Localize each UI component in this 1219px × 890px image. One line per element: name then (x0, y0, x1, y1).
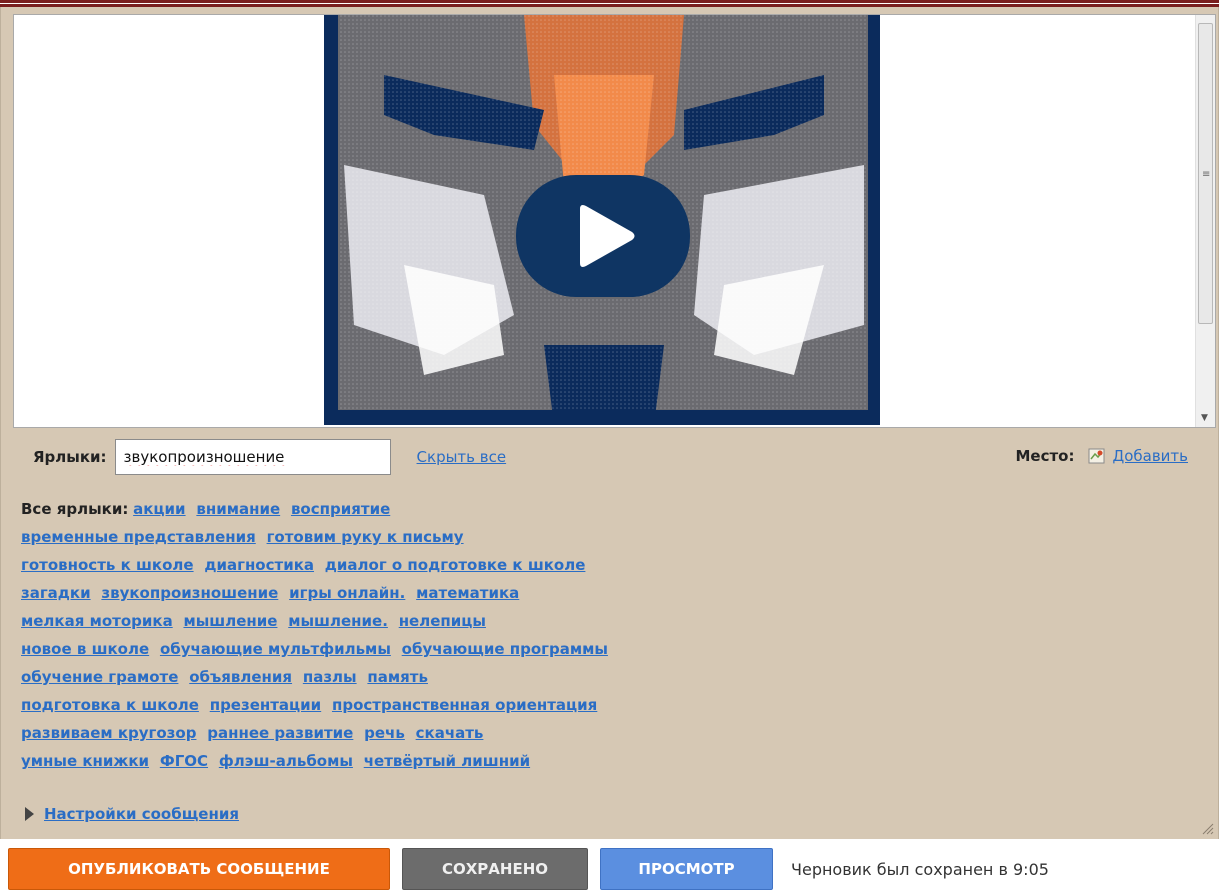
label-tag[interactable]: временные представления (21, 528, 256, 546)
label-tag[interactable]: мелкая моторика (21, 612, 173, 630)
editor-scrollbar[interactable]: ≡ ▼ (1195, 15, 1215, 427)
label-tag[interactable]: развиваем кругозор (21, 724, 196, 742)
video-thumbnail[interactable] (324, 15, 880, 425)
post-settings-toggle[interactable]: Настройки сообщения (25, 805, 239, 823)
label-tag[interactable]: объявления (189, 668, 292, 686)
grip-icon: ≡ (1202, 169, 1211, 180)
label-tag[interactable]: обучающие программы (402, 640, 608, 658)
label-tag[interactable]: умные книжки (21, 752, 149, 770)
map-icon[interactable] (1088, 447, 1106, 465)
label-tag[interactable]: восприятие (291, 500, 390, 518)
label-tag[interactable]: мышление (183, 612, 277, 630)
label-tag[interactable]: подготовка к школе (21, 696, 199, 714)
labels-input[interactable] (114, 439, 391, 475)
labels-title: Ярлыки: (33, 448, 107, 466)
label-tag[interactable]: новое в школе (21, 640, 149, 658)
label-tag[interactable]: готовим руку к письму (267, 528, 464, 546)
label-tag[interactable]: презентации (210, 696, 321, 714)
post-editor-panel: ≡ ▼ Ярлыки: Скрыть все Место: Добавить В… (0, 7, 1219, 839)
label-tag[interactable]: пазлы (303, 668, 357, 686)
labels-row: Ярлыки: Скрыть все (33, 439, 506, 475)
label-tag[interactable]: пространственная ориентация (332, 696, 597, 714)
saved-button[interactable]: СОХРАНЕНО (402, 848, 588, 890)
resize-handle-icon[interactable] (1200, 821, 1214, 835)
scrollbar-thumb[interactable]: ≡ (1198, 23, 1213, 324)
label-tag[interactable]: флэш-альбомы (219, 752, 353, 770)
label-tag[interactable]: внимание (196, 500, 280, 518)
hide-all-link[interactable]: Скрыть все (417, 448, 507, 466)
label-tag[interactable]: память (367, 668, 428, 686)
scroll-down-icon[interactable]: ▼ (1201, 413, 1208, 423)
label-tag[interactable]: готовность к школе (21, 556, 194, 574)
label-tag[interactable]: загадки (21, 584, 91, 602)
label-tag[interactable]: обучение грамоте (21, 668, 178, 686)
label-tag[interactable]: акции (133, 500, 185, 518)
place-title: Место: (1015, 447, 1075, 465)
all-labels-list: Все ярлыки: акции внимание восприятие вр… (21, 495, 621, 775)
label-tag[interactable]: диалог о подготовке к школе (325, 556, 586, 574)
label-tag[interactable]: четвёртый лишний (364, 752, 530, 770)
label-tag[interactable]: мышление. (288, 612, 388, 630)
label-tag[interactable]: звукопроизношение (101, 584, 278, 602)
top-border (0, 0, 1219, 7)
label-tag[interactable]: ФГОС (160, 752, 208, 770)
editor-content-area[interactable]: ≡ ▼ (13, 14, 1216, 428)
label-tag[interactable]: обучающие мультфильмы (160, 640, 391, 658)
draft-status-text: Черновик был сохранен в 9:05 (791, 859, 1049, 879)
play-icon (580, 205, 635, 267)
tags-container: акции внимание восприятие временные пред… (21, 500, 614, 770)
label-tag[interactable]: математика (416, 584, 519, 602)
add-place-link[interactable]: Добавить (1112, 447, 1188, 465)
action-bar: ОПУБЛИКОВАТЬ СООБЩЕНИЕ СОХРАНЕНО ПРОСМОТ… (0, 848, 1219, 890)
label-tag[interactable]: диагностика (204, 556, 314, 574)
label-tag[interactable]: игры онлайн. (289, 584, 405, 602)
label-tag[interactable]: нелепицы (399, 612, 486, 630)
label-tag[interactable]: раннее развитие (207, 724, 353, 742)
publish-button[interactable]: ОПУБЛИКОВАТЬ СООБЩЕНИЕ (8, 848, 390, 890)
place-row: Место: Добавить (1015, 447, 1188, 465)
play-button[interactable] (516, 175, 690, 297)
label-tag[interactable]: речь (364, 724, 405, 742)
expand-arrow-icon (25, 807, 34, 821)
post-settings-link[interactable]: Настройки сообщения (44, 805, 239, 823)
label-tag[interactable]: скачать (416, 724, 484, 742)
preview-button[interactable]: ПРОСМОТР (600, 848, 773, 890)
all-labels-title: Все ярлыки: (21, 500, 129, 518)
